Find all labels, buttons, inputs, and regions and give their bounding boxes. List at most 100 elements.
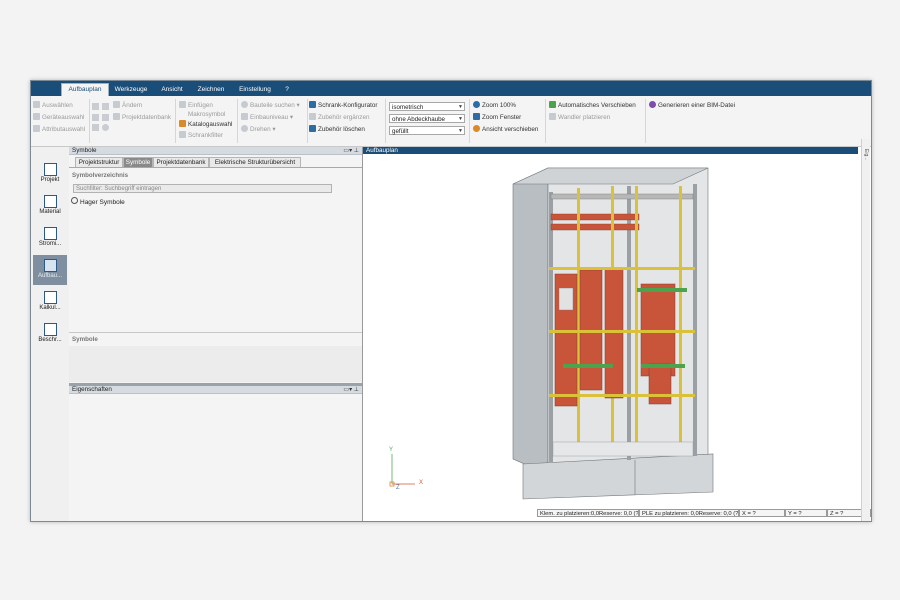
panel-restore-icon[interactable]: ▭▾	[343, 148, 352, 154]
modify-button[interactable]: Ändern	[113, 101, 142, 111]
fill-mode-select[interactable]: gefüllt ▼	[389, 126, 465, 135]
properties-side-tab[interactable]: Eig...	[861, 139, 870, 521]
frame-post	[549, 192, 553, 462]
sidebar-item-aufbauplan[interactable]: Aufbau...	[33, 255, 67, 285]
properties-panel-title: Eigenschaften ▭▾ ⊥	[69, 386, 362, 394]
ribbon-group-insert: Einfügen Makrosymbol Katalogauswahl Schr…	[175, 99, 238, 143]
chevron-down-icon: ▼	[458, 104, 463, 110]
ribbon-group-components: Bauteile suchen ▾ Einbauniveau ▾ Drehen …	[237, 99, 308, 143]
undo-icon[interactable]	[92, 124, 99, 131]
properties-content	[69, 395, 362, 521]
accessory-delete-icon	[309, 125, 316, 132]
rail-yellow	[549, 330, 695, 333]
schematic-icon	[43, 227, 57, 240]
macro-symbol-label: Makrosymbol	[188, 111, 226, 118]
ribbon-group-placement: Automatisches Verschieben Wandler platzi…	[545, 99, 646, 143]
ribbon-group-cabinet: Schrank-Konfigurator Zubehör ergänzen Zu…	[307, 99, 386, 143]
status-ple: PLE zu platzieren: 0,0Reserve: 0,0 (?%)	[639, 509, 739, 517]
gear-icon[interactable]	[102, 124, 109, 131]
project-database-button[interactable]: Projektdatenbank	[113, 113, 171, 123]
cabinet-left-side	[512, 167, 549, 475]
symbols-panel-title: Symbole ▭▾ ⊥	[69, 147, 362, 155]
find-components-button[interactable]: Bauteile suchen ▾	[241, 101, 300, 111]
tree-item-hager-symbole[interactable]: Hager Symbole	[80, 199, 125, 206]
cabinet-configurator-button[interactable]: Schrank-Konfigurator	[309, 101, 378, 111]
axis-z-label: Z	[396, 485, 400, 491]
tab-projektstruktur[interactable]: Projektstruktur	[75, 157, 123, 167]
tab-ansicht[interactable]: Ansicht	[155, 84, 189, 96]
cursor-icon	[33, 101, 40, 108]
zoom-window-button[interactable]: Zoom Fenster	[473, 113, 521, 123]
tab-elektrische-strukturuebersicht[interactable]: Elektrische Strukturübersicht	[209, 157, 301, 167]
busbar-yellow	[577, 188, 580, 450]
zoom-window-icon	[473, 113, 480, 120]
select-button[interactable]: Auswählen	[33, 101, 73, 111]
sidebar-item-stromlaufplan[interactable]: Stromi...	[33, 223, 67, 253]
auto-move-button[interactable]: Automatisches Verschieben	[549, 101, 636, 111]
breaker-copper	[648, 363, 672, 405]
ribbon-group-selection: Auswählen Geräteauswahl Attributauswahl	[31, 99, 90, 143]
rotate-dropdown[interactable]: Drehen ▾	[241, 125, 276, 135]
add-accessories-button[interactable]: Zubehör ergänzen	[309, 113, 369, 123]
panel-restore-icon[interactable]: ▭▾	[343, 387, 352, 393]
menu-bar: Aufbauplan Werkzeuge Ansicht Zeichnen Ei…	[31, 81, 871, 97]
bottom-gland-plate	[552, 441, 694, 457]
rail-yellow	[549, 267, 695, 270]
tab-help[interactable]: ?	[281, 84, 293, 96]
status-y-coordinate: Y = ?	[785, 509, 827, 517]
paste-icon[interactable]	[92, 114, 99, 121]
tab-symbole[interactable]: Symbole	[123, 157, 153, 167]
insert-icon	[179, 101, 186, 108]
zoom-100-button[interactable]: Zoom 100%	[473, 101, 516, 111]
tab-zeichnen[interactable]: Zeichnen	[193, 84, 229, 96]
device-icon	[33, 113, 40, 120]
pin-icon[interactable]: ⊥	[354, 387, 359, 393]
mounting-level-dropdown[interactable]: Einbauniveau ▾	[241, 113, 293, 123]
cut-icon[interactable]	[102, 103, 109, 110]
axis-x-label: X	[419, 480, 424, 486]
copy-icon[interactable]	[92, 103, 99, 110]
busbar-yellow	[635, 186, 638, 448]
tab-werkzeuge[interactable]: Werkzeuge	[111, 84, 151, 96]
cabinet-filter-button[interactable]: Schrankfilter	[179, 131, 223, 141]
status-x-coordinate: X = ?	[739, 509, 785, 517]
symbol-directory-label: Symbolverzeichnis	[72, 172, 129, 179]
projection-select[interactable]: isometrisch ▼	[389, 102, 465, 111]
catalog-selection-button[interactable]: Katalogauswahl	[179, 120, 232, 130]
delete-accessories-button[interactable]: Zubehör löschen	[309, 125, 365, 135]
cabinet-icon	[309, 101, 316, 108]
search-icon	[241, 101, 248, 108]
application-window: Aufbauplan Werkzeuge Ansicht Zeichnen Ei…	[30, 80, 872, 522]
delete-icon[interactable]	[102, 114, 109, 121]
ribbon: Auswählen Geräteauswahl Attributauswahl …	[31, 96, 871, 147]
ribbon-group-bim: Generieren einer BIM-Datei	[645, 99, 743, 143]
generate-bim-button[interactable]: Generieren einer BIM-Datei	[649, 101, 735, 111]
device-selection-button[interactable]: Geräteauswahl	[33, 113, 84, 123]
cabinet-3d-view	[389, 167, 714, 500]
side-tab-label: Eig...	[863, 149, 869, 161]
accessory-add-icon	[309, 113, 316, 120]
layout-viewport[interactable]: Aufbauplan Y Z X Klem. zu platzieren:0,0…	[363, 147, 871, 521]
tab-projektdatenbank[interactable]: Projektdatenbank	[153, 157, 209, 167]
symbols-section-label: Symbole	[72, 336, 98, 343]
sidebar-item-kalkulation[interactable]: Kalkul...	[33, 287, 67, 317]
symbol-tree: Hager Symbole	[71, 197, 125, 206]
cover-select[interactable]: ohne Abdeckhaube ▼	[389, 114, 465, 123]
status-terminals: Klem. zu platzieren:0,0Reserve: 0,0 (?%)	[537, 509, 639, 517]
pan-view-button[interactable]: Ansicht verschieben	[473, 125, 538, 135]
sidebar-item-projekt[interactable]: Projekt	[33, 159, 67, 189]
modify-icon	[113, 101, 120, 108]
expand-icon[interactable]	[71, 197, 78, 204]
ribbon-group-view-options: isometrisch ▼ ohne Abdeckhaube ▼ gefüllt ▼	[385, 99, 470, 143]
din-rail	[641, 364, 685, 368]
level-icon	[241, 113, 248, 120]
sidebar-item-material[interactable]: Material	[33, 191, 67, 221]
symbol-preview-area	[69, 346, 362, 382]
attribute-selection-button[interactable]: Attributauswahl	[33, 125, 85, 135]
pin-icon[interactable]: ⊥	[354, 148, 359, 154]
symbol-search-input[interactable]: Suchfilter: Suchbegriff eintragen	[73, 184, 332, 193]
sidebar-item-beschriftung[interactable]: Beschr...	[33, 319, 67, 349]
tab-aufbauplan[interactable]: Aufbauplan	[61, 83, 109, 97]
tab-einstellung[interactable]: Einstellung	[233, 84, 277, 96]
place-transformer-button[interactable]: Wandler platzieren	[549, 113, 610, 123]
